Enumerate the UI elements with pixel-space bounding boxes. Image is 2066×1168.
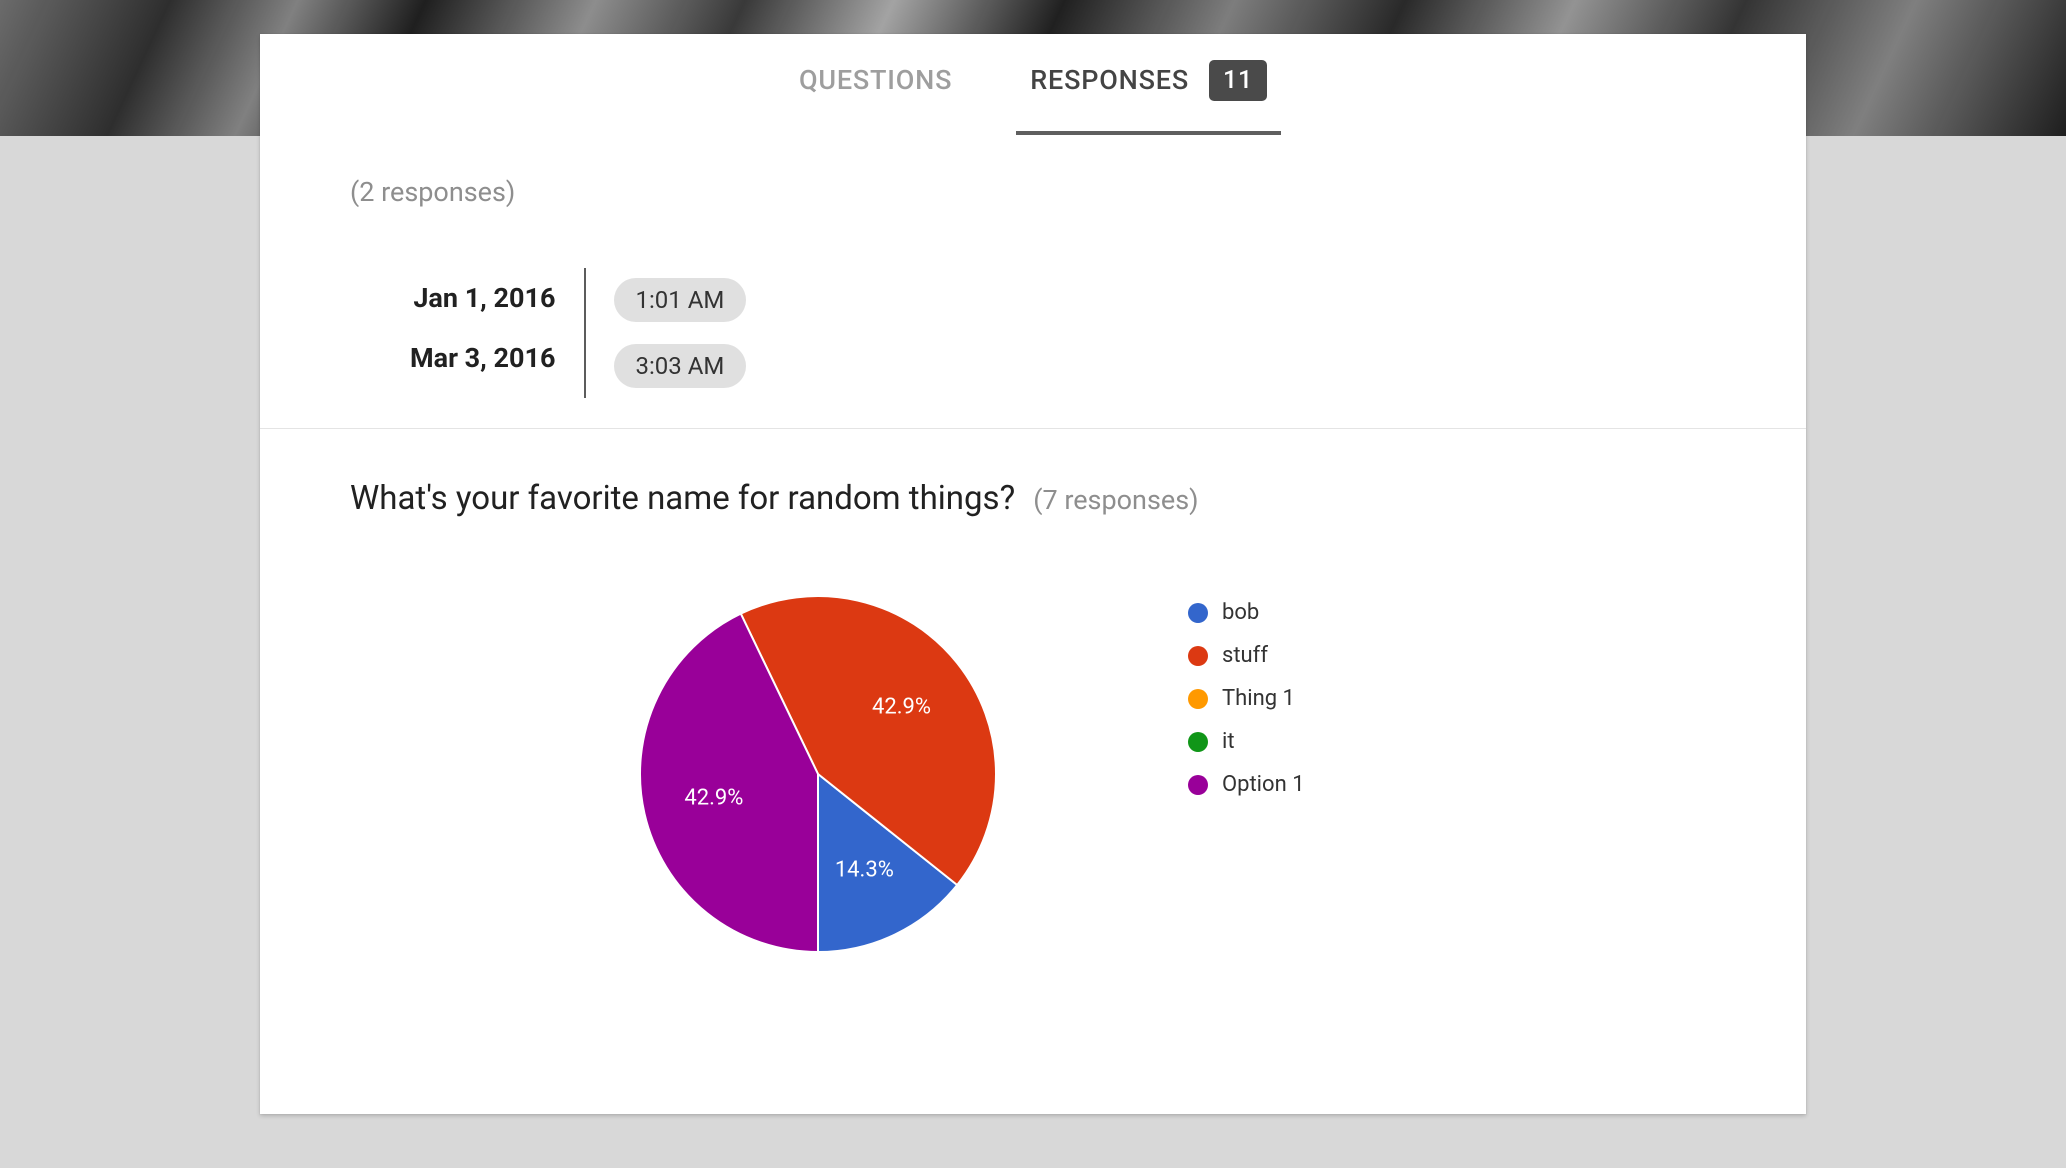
pie-chart-area: 14.3%42.9%42.9% bob stuff Thing 1 it Option …: [350, 518, 1716, 954]
legend-label: stuff: [1222, 643, 1268, 668]
tab-questions[interactable]: QUESTIONS: [795, 34, 956, 126]
pie-legend: bob stuff Thing 1 it Option 1: [1188, 594, 1305, 797]
legend-label: Option 1: [1222, 772, 1305, 797]
tab-responses[interactable]: RESPONSES 11: [1026, 30, 1271, 131]
legend-item[interactable]: Thing 1: [1188, 686, 1305, 711]
legend-color-dot: [1188, 603, 1208, 623]
legend-label: Thing 1: [1222, 686, 1295, 711]
time-response-date: Jan 1, 2016: [413, 282, 555, 314]
legend-label: bob: [1222, 600, 1259, 625]
time-responses-times-col: 1:01 AM 3:03 AM: [614, 278, 747, 388]
legend-label: it: [1222, 729, 1235, 754]
legend-color-dot: [1188, 732, 1208, 752]
legend-item[interactable]: stuff: [1188, 643, 1305, 668]
pie-chart: 14.3%42.9%42.9%: [638, 594, 998, 954]
time-response-pill[interactable]: 1:01 AM: [614, 278, 747, 322]
legend-color-dot: [1188, 689, 1208, 709]
time-question-response-count: (2 responses): [350, 176, 1716, 208]
time-responses-list: Jan 1, 2016 Mar 3, 2016 1:01 AM 3:03 AM: [350, 278, 1716, 388]
pie-question-title: What's your favorite name for random thi…: [350, 479, 1015, 518]
pie-question-section: What's your favorite name for random thi…: [260, 429, 1806, 994]
time-response-pill[interactable]: 3:03 AM: [614, 344, 747, 388]
time-response-date: Mar 3, 2016: [410, 342, 556, 374]
time-question-section: (2 responses) Jan 1, 2016 Mar 3, 2016 1:…: [260, 126, 1806, 428]
time-responses-dates-col: Jan 1, 2016 Mar 3, 2016: [410, 278, 556, 388]
legend-item[interactable]: Option 1: [1188, 772, 1305, 797]
legend-item[interactable]: bob: [1188, 600, 1305, 625]
pie-question-header: What's your favorite name for random thi…: [350, 479, 1716, 518]
tab-responses-label: RESPONSES: [1030, 64, 1189, 96]
pie-question-response-count: (7 responses): [1033, 484, 1198, 516]
legend-color-dot: [1188, 646, 1208, 666]
responses-count-badge: 11: [1209, 60, 1267, 101]
form-responses-card: QUESTIONS RESPONSES 11 (2 responses) Jan…: [260, 34, 1806, 1114]
legend-color-dot: [1188, 775, 1208, 795]
tab-questions-label: QUESTIONS: [799, 64, 952, 96]
vertical-divider: [584, 268, 586, 398]
tabs-bar: QUESTIONS RESPONSES 11: [260, 34, 1806, 126]
legend-item[interactable]: it: [1188, 729, 1305, 754]
